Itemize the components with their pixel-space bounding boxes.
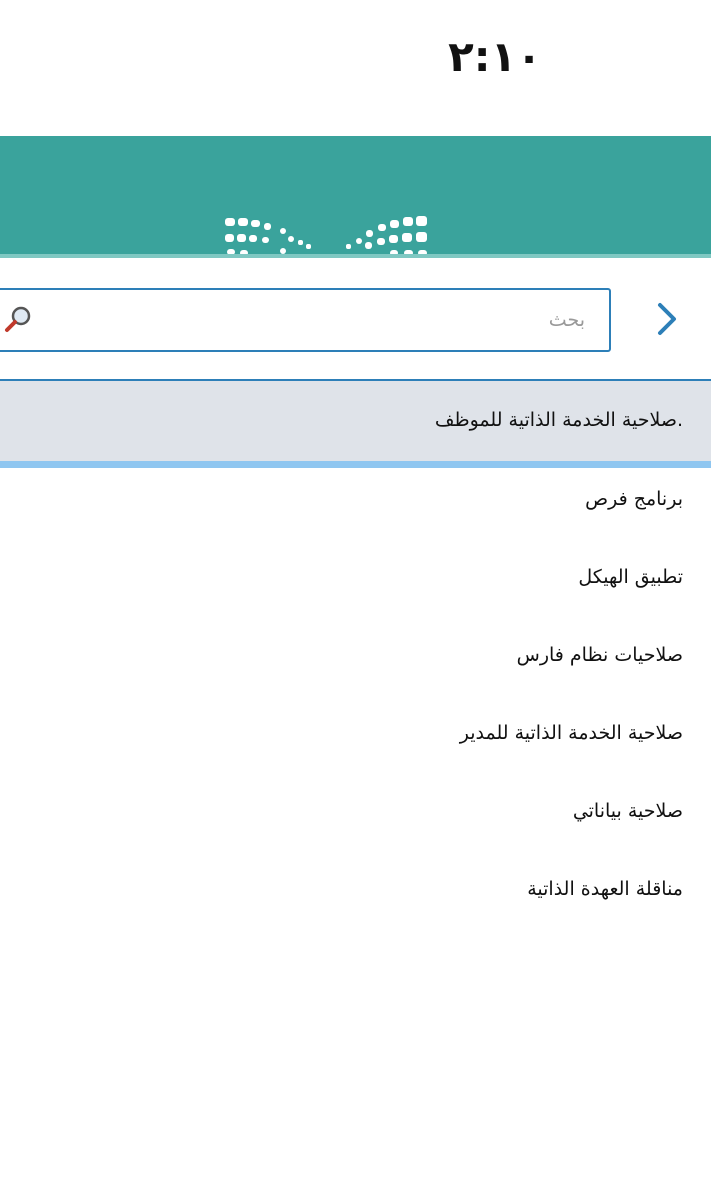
list-item-label: مناقلة العهدة الذاتية	[527, 878, 683, 900]
chevron-right-icon[interactable]	[652, 299, 682, 339]
status-bar-time: ٢:١٠	[448, 32, 542, 81]
list-item-label: صلاحيات نظام فارس	[516, 644, 683, 666]
header-banner	[0, 136, 711, 258]
list-item[interactable]: صلاحيات نظام فارس	[0, 624, 711, 702]
ministry-logo	[225, 216, 427, 256]
list-item-label: برنامج فرص	[585, 488, 683, 510]
list-item[interactable]: مناقلة العهدة الذاتية	[0, 858, 711, 936]
list-item-label: تطبيق الهيكل	[578, 566, 683, 588]
search-row	[0, 259, 711, 381]
list-item-label: صلاحية الخدمة الذاتية للمدير	[459, 722, 683, 744]
list-item-label: .صلاحية الخدمة الذاتية للموظف	[434, 409, 683, 431]
search-box[interactable]	[0, 288, 611, 352]
search-input[interactable]	[38, 298, 587, 342]
list-item-selected[interactable]: .صلاحية الخدمة الذاتية للموظف	[0, 381, 711, 468]
list-item-label: صلاحية بياناتي	[572, 800, 683, 822]
search-icon[interactable]	[4, 304, 34, 334]
list-item[interactable]: برنامج فرص	[0, 468, 711, 546]
list-item[interactable]: تطبيق الهيكل	[0, 546, 711, 624]
list-item[interactable]: صلاحية الخدمة الذاتية للمدير	[0, 702, 711, 780]
list-item[interactable]: صلاحية بياناتي	[0, 780, 711, 858]
menu-list: برنامج فرص تطبيق الهيكل صلاحيات نظام فار…	[0, 468, 711, 936]
